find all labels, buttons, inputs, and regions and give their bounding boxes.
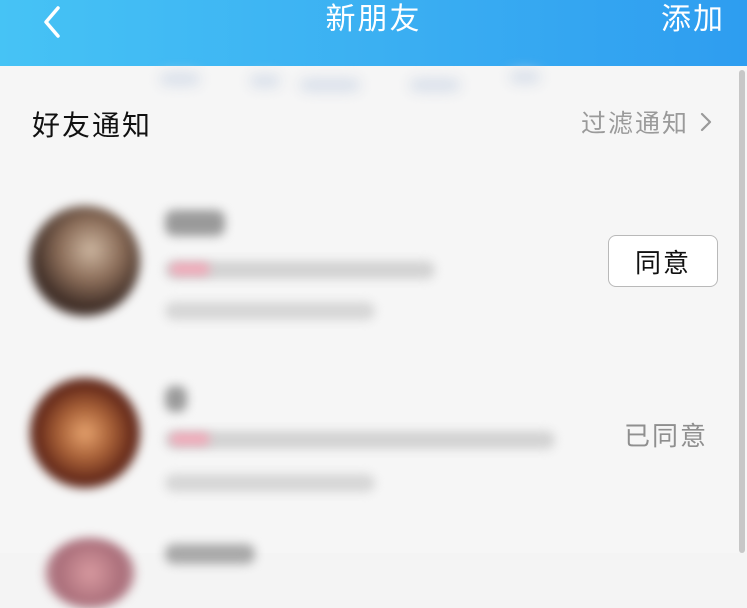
add-friend-button[interactable]: 添加: [661, 0, 725, 40]
top-navigation-bar: 新朋友 添加: [0, 0, 747, 66]
blurred-pink-tag: [170, 433, 210, 445]
blurred-name: [165, 386, 187, 412]
scrollbar[interactable]: [739, 70, 745, 553]
avatar: [45, 538, 135, 608]
friend-notifications-title: 好友通知: [32, 109, 153, 142]
blurred-source: [165, 302, 375, 320]
filter-notifications-link[interactable]: 过滤通知: [581, 104, 713, 140]
avatar: [30, 206, 140, 316]
avatar: [30, 378, 140, 488]
blurred-source: [165, 474, 375, 492]
agreed-status-label: 已同意: [624, 422, 709, 452]
blurred-message: [165, 431, 555, 449]
chevron-right-icon: [700, 112, 712, 132]
agree-button[interactable]: 同意: [608, 235, 718, 287]
filter-notifications-label: 过滤通知: [580, 109, 689, 138]
blurred-name: [165, 544, 255, 564]
new-friends-content[interactable]: 好友通知 过滤通知 同意 已同意: [0, 66, 747, 608]
blurred-pink-tag: [170, 263, 210, 275]
page-title: 新朋友: [325, 2, 422, 37]
blurred-name: [165, 210, 225, 236]
